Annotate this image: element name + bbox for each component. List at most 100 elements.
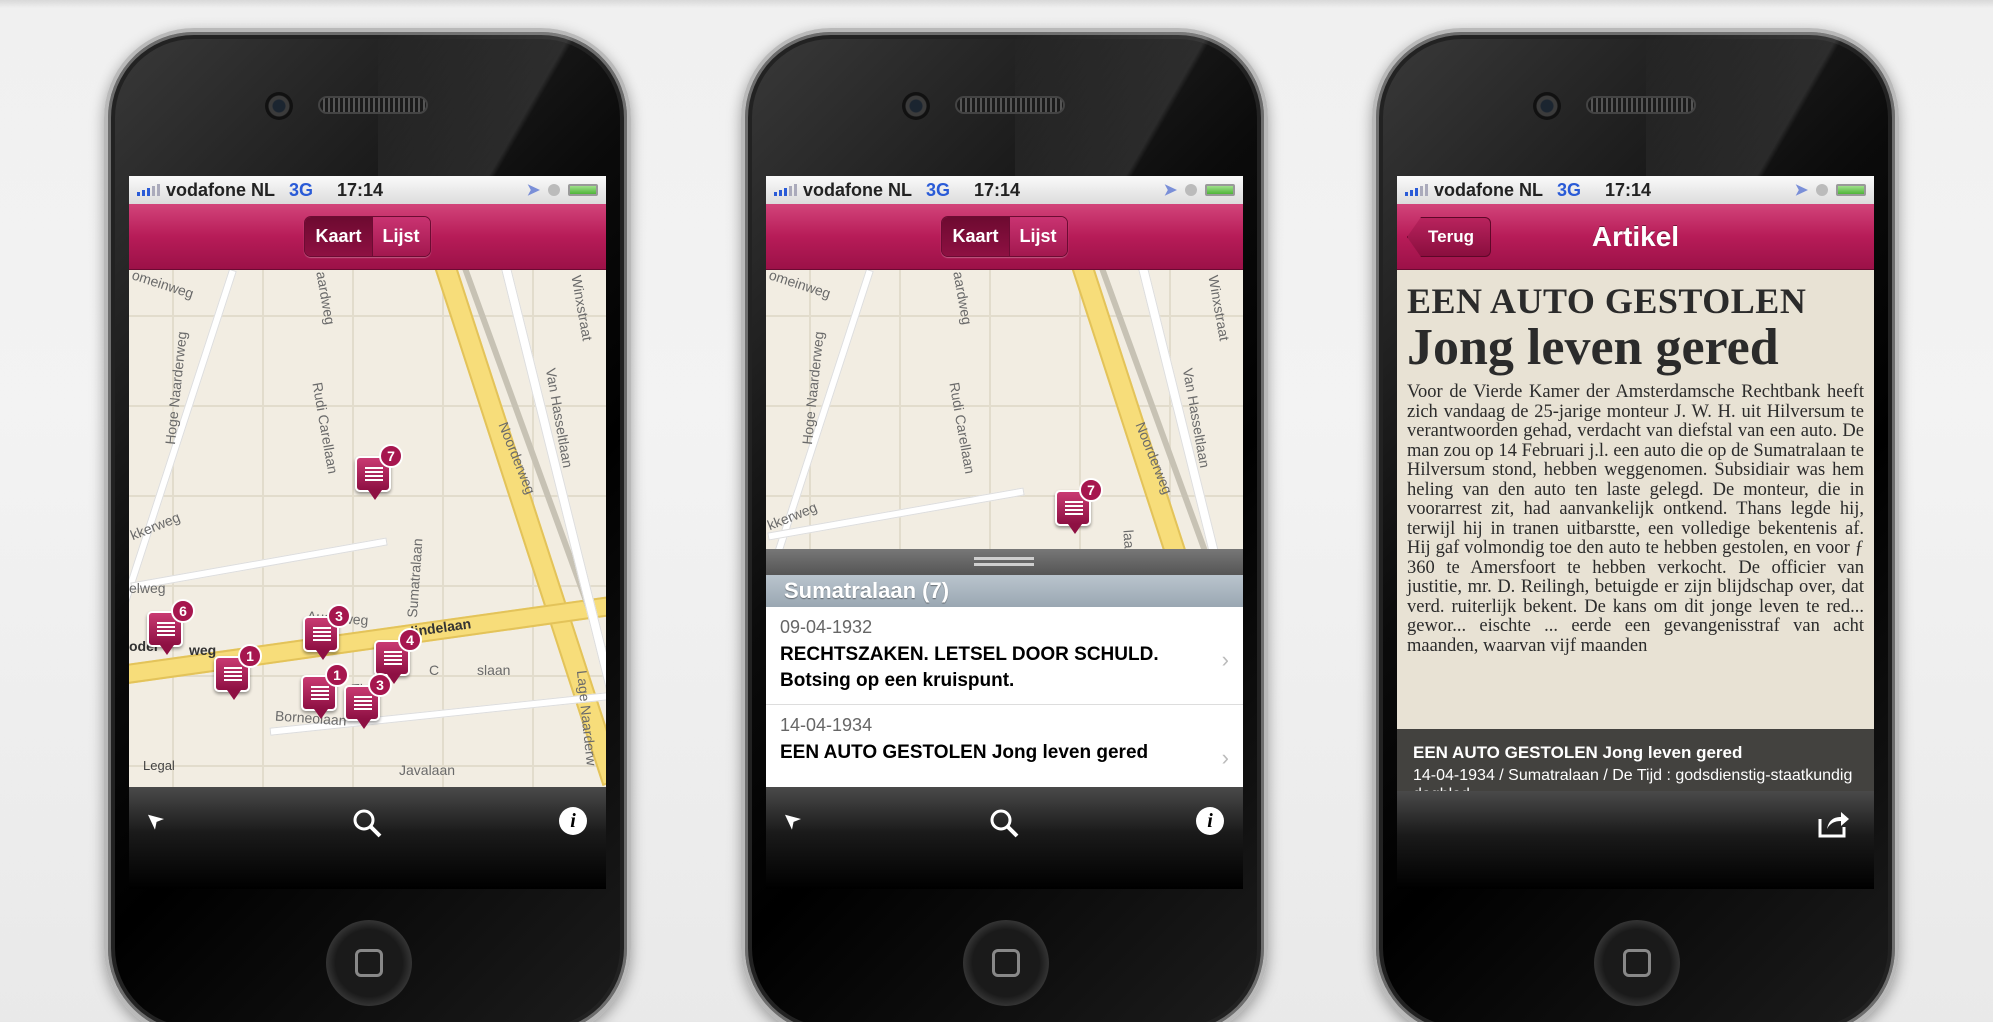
bottom-toolbar: ➤ i bbox=[766, 787, 1243, 889]
street-label: Winxstraat bbox=[568, 274, 596, 342]
alarm-icon bbox=[1816, 184, 1828, 196]
pin-count-badge: 6 bbox=[171, 599, 195, 623]
info-icon[interactable]: i bbox=[1196, 807, 1224, 835]
map-pin[interactable]: 3 bbox=[344, 673, 392, 729]
battery-icon bbox=[568, 184, 598, 196]
map-view[interactable]: omeinweg Hoge Naarderweg Rudi Carellaan … bbox=[766, 270, 1243, 549]
road bbox=[773, 270, 874, 549]
page-title: Artikel bbox=[1591, 220, 1680, 252]
segment-kaart[interactable]: Kaart bbox=[942, 217, 1009, 256]
street-label: elweg bbox=[129, 580, 166, 596]
pin-count-badge: 1 bbox=[325, 663, 349, 687]
article-subheadline: Jong leven gered bbox=[1407, 319, 1779, 376]
carrier-name: vodafone NL bbox=[166, 179, 276, 200]
earpiece-speaker bbox=[955, 96, 1065, 114]
item-date: 09-04-1932 bbox=[780, 617, 873, 637]
list-section-header: Sumatralaan (7) bbox=[766, 575, 1243, 607]
status-bar: vodafone NL 3G 17:14 ➤ bbox=[766, 176, 1243, 204]
item-title: EEN AUTO GESTOLEN Jong leven gered bbox=[780, 742, 1149, 763]
pin-count-badge: 1 bbox=[238, 644, 262, 668]
back-button[interactable]: Terug bbox=[1407, 217, 1491, 257]
street-label: Winxstraat bbox=[1205, 274, 1233, 342]
front-camera bbox=[902, 92, 930, 120]
search-icon[interactable] bbox=[351, 807, 383, 846]
bottom-toolbar bbox=[1397, 791, 1874, 889]
map-pin[interactable]: 3 bbox=[303, 604, 351, 660]
street-label: slaan bbox=[477, 662, 511, 678]
pin-count-badge: 3 bbox=[327, 604, 351, 628]
signal-icon bbox=[137, 184, 160, 196]
alarm-icon bbox=[548, 184, 560, 196]
segment-lijst[interactable]: Lijst bbox=[1008, 217, 1067, 256]
location-arrow-icon: ➤ bbox=[526, 182, 540, 199]
clock: 17:14 bbox=[337, 179, 384, 200]
street-label: aardweg bbox=[950, 270, 976, 326]
battery-icon bbox=[1836, 184, 1866, 196]
article-scan[interactable]: EEN AUTO GESTOLEN Jong leven gered Voor … bbox=[1397, 270, 1874, 819]
home-button[interactable] bbox=[963, 920, 1049, 1006]
item-title: RECHTSZAKEN. LETSEL DOOR SCHULD. Botsing… bbox=[780, 644, 1159, 691]
article-body: Voor de Vierde Kamer der Amsterdamsche R… bbox=[1407, 382, 1864, 656]
pin-count-badge: 4 bbox=[398, 628, 422, 652]
earpiece-speaker bbox=[318, 96, 428, 114]
signal-icon bbox=[1405, 184, 1428, 196]
locate-me-icon[interactable]: ➤ bbox=[776, 804, 807, 836]
locate-me-icon[interactable]: ➤ bbox=[139, 804, 170, 836]
status-bar: vodafone NL 3G 17:14 ➤ bbox=[1397, 176, 1874, 204]
home-button[interactable] bbox=[1594, 920, 1680, 1006]
clock: 17:14 bbox=[1605, 179, 1652, 200]
earpiece-speaker bbox=[1586, 96, 1696, 114]
street-label: Rudi Carellaan bbox=[309, 381, 342, 475]
street-label: aardweg bbox=[313, 270, 339, 326]
screen: vodafone NL 3G 17:14 ➤ Kaart Lijst omein… bbox=[766, 176, 1243, 889]
segment-lijst[interactable]: Lijst bbox=[371, 217, 430, 256]
nav-bar: Terug Artikel bbox=[1397, 204, 1874, 270]
street-label: Javalaan bbox=[399, 762, 456, 778]
network-type: 3G bbox=[926, 179, 951, 200]
list-item[interactable]: 09-04-1932 RECHTSZAKEN. LETSEL DOOR SCHU… bbox=[766, 607, 1243, 705]
front-camera bbox=[1533, 92, 1561, 120]
nav-bar: Kaart Lijst bbox=[129, 204, 606, 270]
home-button[interactable] bbox=[326, 920, 412, 1006]
bottom-toolbar: ➤ i bbox=[129, 787, 606, 889]
map-pin[interactable]: 7 bbox=[1055, 478, 1103, 534]
map-pin[interactable]: 4 bbox=[374, 628, 422, 684]
legal-link[interactable]: Legal bbox=[143, 758, 175, 773]
map-view[interactable]: omeinweg Hoge Naarderweg Rudi Carellaan … bbox=[129, 270, 606, 787]
pin-count-badge: 7 bbox=[379, 444, 403, 468]
network-type: 3G bbox=[1557, 179, 1582, 200]
pin-count-badge: 3 bbox=[368, 673, 392, 697]
street-label: Rudi Carellaan bbox=[946, 381, 979, 475]
carrier-name: vodafone NL bbox=[803, 179, 913, 200]
view-segmented-control: Kaart Lijst bbox=[941, 216, 1068, 257]
map-pin[interactable]: 7 bbox=[355, 444, 403, 500]
street-label: Sumatralaan bbox=[403, 537, 426, 619]
pin-count-badge: 7 bbox=[1079, 478, 1103, 502]
road bbox=[130, 537, 388, 591]
nav-bar: Kaart Lijst bbox=[766, 204, 1243, 270]
share-icon[interactable] bbox=[1817, 809, 1851, 846]
phone-mockup-article: vodafone NL 3G 17:14 ➤ Terug Artikel EEN… bbox=[1372, 28, 1899, 1022]
screen: vodafone NL 3G 17:14 ➤ Terug Artikel EEN… bbox=[1397, 176, 1874, 889]
info-icon[interactable]: i bbox=[559, 807, 587, 835]
map-pin[interactable]: 6 bbox=[147, 599, 195, 655]
status-bar: vodafone NL 3G 17:14 ➤ bbox=[129, 176, 606, 204]
map-pin[interactable]: 1 bbox=[301, 663, 349, 719]
location-arrow-icon: ➤ bbox=[1794, 182, 1808, 199]
road bbox=[129, 593, 606, 687]
network-type: 3G bbox=[289, 179, 314, 200]
phone-mockup-list: vodafone NL 3G 17:14 ➤ Kaart Lijst omein… bbox=[741, 28, 1268, 1022]
street-label: omeinweg bbox=[767, 270, 833, 302]
alarm-icon bbox=[1185, 184, 1197, 196]
phone-mockup-map: vodafone NL 3G 17:14 ➤ Kaart Lijst omein… bbox=[104, 28, 631, 1022]
map-pin[interactable]: 1 bbox=[214, 644, 262, 700]
search-icon[interactable] bbox=[988, 807, 1020, 846]
chevron-right-icon: › bbox=[1221, 745, 1229, 770]
street-label: C bbox=[429, 662, 440, 678]
street-label: weg bbox=[189, 642, 217, 658]
drawer-handle[interactable] bbox=[766, 549, 1243, 575]
segment-kaart[interactable]: Kaart bbox=[305, 217, 372, 256]
screen: vodafone NL 3G 17:14 ➤ Kaart Lijst omein… bbox=[129, 176, 606, 889]
street-label: omeinweg bbox=[130, 270, 196, 302]
view-segmented-control: Kaart Lijst bbox=[304, 216, 431, 257]
